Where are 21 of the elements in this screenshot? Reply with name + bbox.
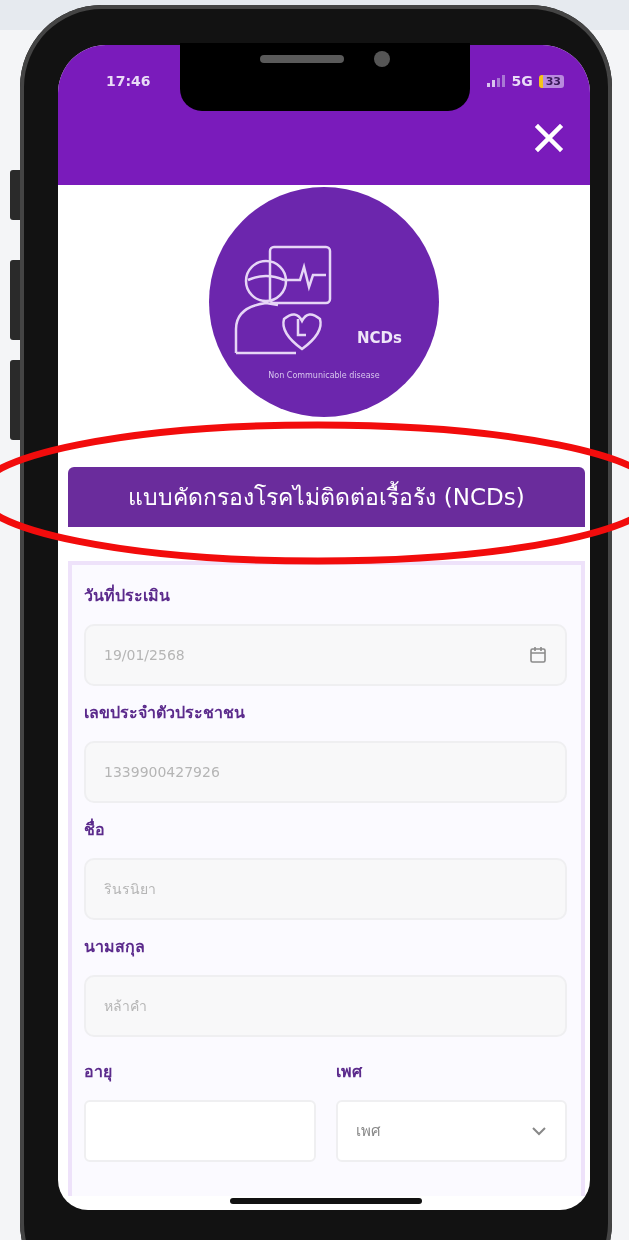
select-field[interactable]: เพศ xyxy=(335,1100,567,1162)
field-label: เลขประจำตัวประชาชน xyxy=(84,702,246,724)
close-icon[interactable] xyxy=(534,123,564,153)
field-label: วันที่ประเมิน xyxy=(84,583,171,607)
battery-indicator: 33 xyxy=(538,74,564,88)
input-field[interactable]: รินรนิยา xyxy=(84,858,567,920)
chevron-down-icon xyxy=(531,1126,547,1136)
logo-subtitle: Non Communicable disease xyxy=(268,370,380,380)
logo-title: NCDs xyxy=(357,329,402,347)
field-label: เพศ xyxy=(335,1061,364,1083)
input-field[interactable]: หล้าคำ xyxy=(84,975,567,1037)
field-label: อายุ xyxy=(84,1061,113,1084)
field-label: นามสกุล xyxy=(84,936,146,959)
status-time: 17:46 xyxy=(106,73,151,89)
calendar-icon[interactable] xyxy=(529,646,547,664)
input-field[interactable]: 1339900427926 xyxy=(84,741,567,803)
date-field[interactable]: 19/01/2568 xyxy=(84,624,567,686)
form-title: แบบคัดกรองโรคไม่ติดต่อเรื้อรัง (NCDs) xyxy=(68,467,585,527)
field-label: ชื่อ xyxy=(84,817,106,841)
network-label: 5G xyxy=(511,73,533,89)
signal-icon xyxy=(487,75,506,87)
